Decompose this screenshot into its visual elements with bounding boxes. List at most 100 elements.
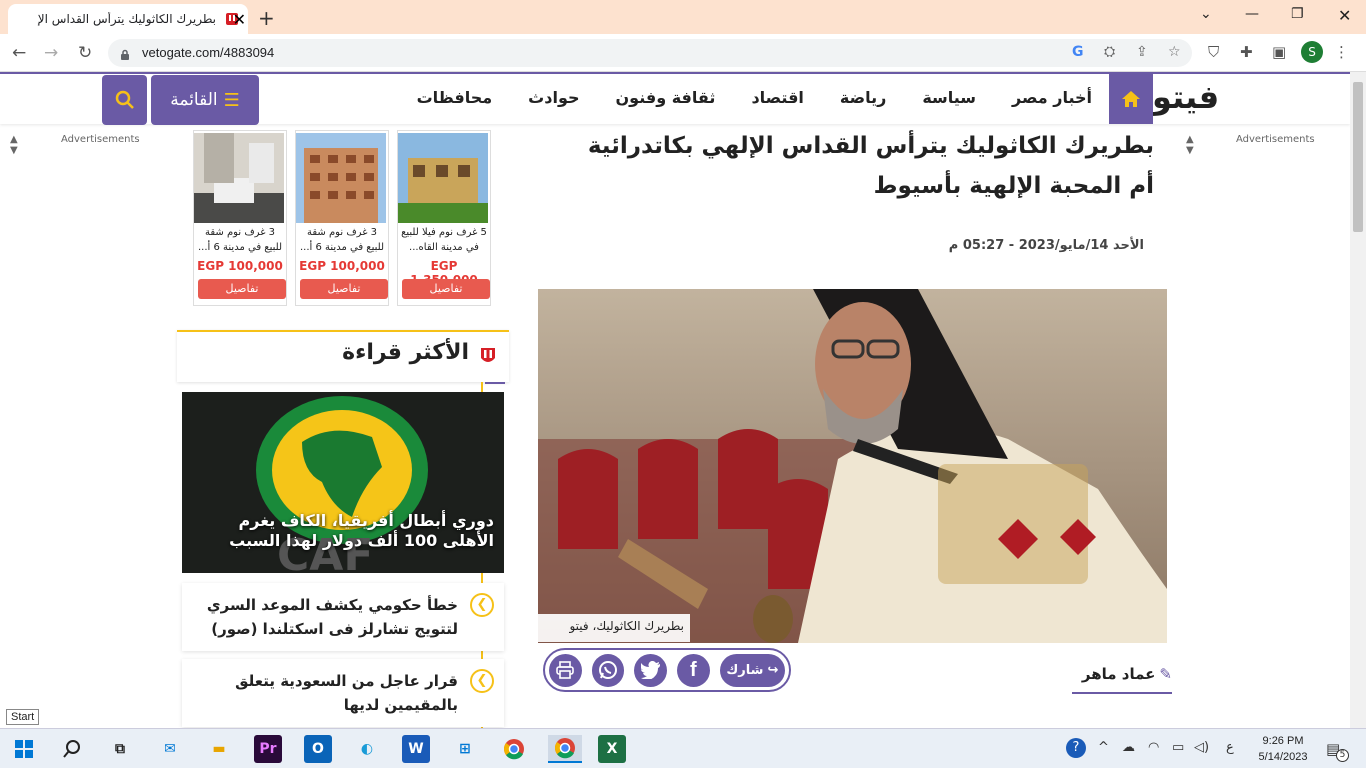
article-date: الأحد 14/مايو/2023 - 05:27 م bbox=[948, 238, 1144, 253]
nav-item-economy[interactable]: اقتصاد bbox=[751, 88, 803, 107]
scrollbar-thumb[interactable] bbox=[1353, 82, 1363, 232]
store-icon[interactable]: ⊞ bbox=[451, 735, 479, 763]
profile-avatar[interactable]: S bbox=[1301, 41, 1323, 63]
home-button[interactable] bbox=[1109, 74, 1153, 124]
ad-card[interactable]: 5 غرف نوم فيلا للبيع في مدينة القاه... E… bbox=[397, 130, 491, 306]
search-taskbar-icon[interactable] bbox=[58, 735, 86, 763]
ad-card[interactable]: 3 غرف نوم شقة للبيع في مدينة 6 أ... EGP … bbox=[193, 130, 287, 306]
restore-icon[interactable]: ❐ bbox=[1291, 6, 1304, 22]
article-photo bbox=[538, 289, 1167, 643]
ad-image bbox=[194, 133, 284, 223]
file-explorer-icon[interactable]: ▬ bbox=[205, 735, 233, 763]
chrome-active-profile-icon[interactable] bbox=[548, 735, 582, 763]
print-button[interactable] bbox=[549, 653, 582, 687]
main-nav: أخبار مصر سياسة رياضة اقتصاد ثقافة وفنون… bbox=[417, 88, 1092, 107]
twitter-button[interactable] bbox=[634, 653, 668, 687]
premiere-pro-icon[interactable]: Pr bbox=[254, 735, 282, 763]
share-arrow-icon: ↪ bbox=[767, 662, 779, 678]
onedrive-icon[interactable]: ☁ bbox=[1122, 740, 1135, 755]
system-clock[interactable]: 9:26 PM 5/14/2023 bbox=[1253, 733, 1313, 765]
address-toolbar: ← → ↻ vetogate.com/4883094 G ⛭ ⇪ ☆ ⛉ ✚ ▣… bbox=[0, 34, 1366, 72]
forward-icon[interactable]: → bbox=[44, 43, 58, 63]
ad-label-left: Advertisements bbox=[61, 134, 140, 145]
ad-image bbox=[296, 133, 386, 223]
photo-caption: بطريرك الكاثوليك، فيتو bbox=[538, 614, 690, 642]
omnibox[interactable]: vetogate.com/4883094 G ⛭ ⇪ ☆ bbox=[108, 39, 1192, 67]
ad-toggle-right-icon[interactable]: ▲ ▼ bbox=[1186, 134, 1194, 156]
whatsapp-button[interactable] bbox=[591, 653, 625, 687]
menu-label: القائمة bbox=[170, 90, 218, 110]
menu-button[interactable]: القائمة ☰ bbox=[151, 75, 259, 125]
featured-story[interactable]: CAF دوري أبطال أفريقيا، الكاف يغرم الأهل… bbox=[182, 392, 504, 573]
site-logo[interactable]: فيتو bbox=[1152, 78, 1219, 116]
back-icon[interactable]: ← bbox=[12, 43, 26, 63]
site-mini-logo-icon bbox=[479, 346, 497, 370]
share-page-icon[interactable]: ⇪ bbox=[1136, 44, 1148, 60]
outlook-icon[interactable]: O bbox=[304, 735, 332, 763]
lock-icon[interactable] bbox=[120, 46, 130, 65]
share-button[interactable]: ↪ شارك bbox=[719, 653, 786, 687]
battery-icon[interactable]: ▭ bbox=[1172, 740, 1184, 755]
logo-text: فيتو bbox=[1152, 78, 1220, 116]
ad-image bbox=[398, 133, 488, 223]
search-icon bbox=[115, 90, 134, 109]
nav-item-politics[interactable]: سياسة bbox=[922, 88, 976, 107]
chrome-menu-icon[interactable]: ⋮ bbox=[1334, 43, 1349, 61]
extensions-puzzle-icon[interactable]: ✚ bbox=[1240, 43, 1253, 61]
title-underline bbox=[485, 382, 505, 384]
new-tab-button[interactable]: + bbox=[258, 6, 275, 30]
ad-toggle-left-icon[interactable]: ▲ ▼ bbox=[10, 134, 18, 156]
most-read-header: الأكثر قراءة bbox=[177, 330, 509, 384]
hamburger-icon: ☰ bbox=[223, 89, 240, 111]
input-language[interactable]: ع bbox=[1226, 740, 1234, 755]
nav-item-accidents[interactable]: حوادث bbox=[528, 88, 579, 107]
most-read-item[interactable]: ❮ خطأ حكومي يكشف الموعد السري لتتويج تشا… bbox=[182, 583, 504, 651]
task-view-icon[interactable]: ⧉ bbox=[106, 735, 134, 763]
mail-icon[interactable]: ✉ bbox=[156, 735, 184, 763]
google-icon[interactable]: G bbox=[1072, 44, 1084, 60]
edge-icon[interactable]: ◐ bbox=[353, 735, 381, 763]
home-icon bbox=[1122, 91, 1140, 107]
most-read-item-title: خطأ حكومي يكشف الموعد السري لتتويج تشارل… bbox=[206, 596, 458, 638]
ad-details-button[interactable]: تفاصيل bbox=[300, 279, 388, 299]
page-scrollbar[interactable] bbox=[1350, 72, 1366, 728]
ad-details-button[interactable]: تفاصيل bbox=[198, 279, 286, 299]
most-read-item[interactable]: ❮ قرار عاجل من السعودية يتعلق بالمقيمين … bbox=[182, 659, 504, 727]
nav-item-culture[interactable]: ثقافة وفنون bbox=[616, 88, 716, 107]
nav-item-governorates[interactable]: محافظات bbox=[417, 88, 493, 107]
facebook-button[interactable]: f bbox=[677, 653, 710, 687]
word-icon[interactable]: W bbox=[402, 735, 430, 763]
ad-price: EGP 100,000 bbox=[197, 259, 283, 273]
reload-icon[interactable]: ↻ bbox=[78, 43, 92, 63]
ad-details-button[interactable]: تفاصيل bbox=[402, 279, 490, 299]
side-panel-icon[interactable]: ▣ bbox=[1272, 43, 1286, 61]
search-button[interactable] bbox=[102, 75, 147, 125]
close-tab-icon[interactable]: ✕ bbox=[230, 4, 246, 34]
translate-icon[interactable]: ⛭ bbox=[1104, 44, 1115, 60]
browser-tab[interactable]: بطريرك الكاثوليك يترأس القداس الإ bbox=[8, 4, 248, 34]
windows-start-icon[interactable] bbox=[10, 735, 38, 763]
wifi-icon[interactable]: ◠ bbox=[1148, 740, 1159, 755]
volume-icon[interactable]: ◁) bbox=[1194, 740, 1209, 755]
close-window-icon[interactable]: ✕ bbox=[1338, 6, 1351, 25]
browser-tab-bar: بطريرك الكاثوليك يترأس القداس الإ ✕ + ⌄ … bbox=[0, 0, 1366, 34]
help-icon[interactable]: ? bbox=[1066, 738, 1086, 758]
url-text[interactable]: vetogate.com/4883094 bbox=[142, 45, 274, 60]
ad-card[interactable]: 3 غرف نوم شقة للبيع في مدينة 6 أ... EGP … bbox=[295, 130, 389, 306]
tray-chevron-up-icon[interactable]: ^ bbox=[1098, 740, 1109, 755]
chevron-left-icon: ❮ bbox=[470, 593, 494, 617]
tab-search-chevron-icon[interactable]: ⌄ bbox=[1200, 6, 1212, 22]
shield-extension-icon[interactable]: ⛉ bbox=[1208, 43, 1219, 61]
chrome-icon[interactable] bbox=[500, 735, 528, 763]
bookmark-star-icon[interactable]: ☆ bbox=[1168, 44, 1181, 60]
start-tooltip: Start bbox=[6, 709, 40, 725]
excel-icon[interactable]: X bbox=[598, 735, 626, 763]
edit-pen-icon: ✎ bbox=[1159, 665, 1172, 683]
minimize-icon[interactable]: — bbox=[1245, 6, 1259, 22]
author-byline[interactable]: ✎ عماد ماهر bbox=[1072, 656, 1172, 694]
tab-title: بطريرك الكاثوليك يترأس القداس الإ bbox=[37, 12, 216, 26]
nav-item-sports[interactable]: رياضة bbox=[840, 88, 886, 107]
nav-item-egypt-news[interactable]: أخبار مصر bbox=[1012, 88, 1092, 107]
chevron-left-icon: ❮ bbox=[470, 669, 494, 693]
whatsapp-icon bbox=[599, 661, 617, 679]
